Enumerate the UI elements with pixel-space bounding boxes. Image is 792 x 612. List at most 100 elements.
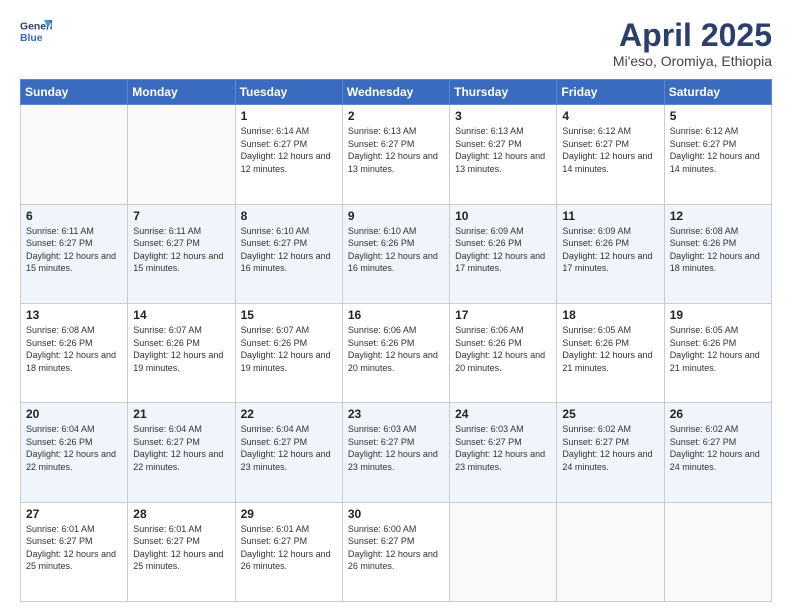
calendar-cell: [557, 502, 664, 601]
calendar-cell: 25Sunrise: 6:02 AM Sunset: 6:27 PM Dayli…: [557, 403, 664, 502]
day-number: 3: [455, 109, 551, 123]
day-number: 26: [670, 407, 766, 421]
day-number: 2: [348, 109, 444, 123]
calendar-table: SundayMondayTuesdayWednesdayThursdayFrid…: [20, 79, 772, 602]
day-number: 18: [562, 308, 658, 322]
day-info: Sunrise: 6:10 AM Sunset: 6:27 PM Dayligh…: [241, 225, 337, 275]
day-number: 21: [133, 407, 229, 421]
day-info: Sunrise: 6:07 AM Sunset: 6:26 PM Dayligh…: [241, 324, 337, 374]
day-info: Sunrise: 6:08 AM Sunset: 6:26 PM Dayligh…: [670, 225, 766, 275]
day-number: 25: [562, 407, 658, 421]
calendar-week-row: 13 Sunrise: 6:08 AM Sunset: 6:26 PM Dayli…: [21, 303, 772, 402]
day-number: 23: [348, 407, 444, 421]
calendar-week-row: 1 Sunrise: 6:14 AM Sunset: 6:27 PM Daylig…: [21, 105, 772, 204]
day-info: Sunrise: 6:12 AM Sunset: 6:27 PM Dayligh…: [562, 125, 658, 175]
calendar-cell: 10Sunrise: 6:09 AM Sunset: 6:26 PM Dayli…: [450, 204, 557, 303]
calendar-cell: 3 Sunrise: 6:13 AM Sunset: 6:27 PM Daylig…: [450, 105, 557, 204]
calendar-cell: [450, 502, 557, 601]
day-number: 24: [455, 407, 551, 421]
day-number: 27: [26, 507, 122, 521]
day-info: Sunrise: 6:00 AM Sunset: 6:27 PM Dayligh…: [348, 523, 444, 573]
day-number: 9: [348, 209, 444, 223]
day-number: 5: [670, 109, 766, 123]
day-info: Sunrise: 6:06 AM Sunset: 6:26 PM Dayligh…: [455, 324, 551, 374]
day-number: 4: [562, 109, 658, 123]
day-number: 19: [670, 308, 766, 322]
day-info: Sunrise: 6:01 AM Sunset: 6:27 PM Dayligh…: [241, 523, 337, 573]
calendar-week-row: 27 Sunrise: 6:01 AM Sunset: 6:27 PM Dayli…: [21, 502, 772, 601]
day-info: Sunrise: 6:04 AM Sunset: 6:27 PM Dayligh…: [133, 423, 229, 473]
day-info: Sunrise: 6:04 AM Sunset: 6:26 PM Dayligh…: [26, 423, 122, 473]
day-number: 22: [241, 407, 337, 421]
calendar-cell: 21 Sunrise: 6:04 AM Sunset: 6:27 PM Dayli…: [128, 403, 235, 502]
page: General Blue April 2025 Mi'eso, Oromiya,…: [0, 0, 792, 612]
day-number: 28: [133, 507, 229, 521]
day-info: Sunrise: 6:01 AM Sunset: 6:27 PM Dayligh…: [133, 523, 229, 573]
calendar-cell: 7 Sunrise: 6:11 AM Sunset: 6:27 PM Daylig…: [128, 204, 235, 303]
calendar-cell: 20 Sunrise: 6:04 AM Sunset: 6:26 PM Dayli…: [21, 403, 128, 502]
calendar-cell: 17 Sunrise: 6:06 AM Sunset: 6:26 PM Dayli…: [450, 303, 557, 402]
day-info: Sunrise: 6:08 AM Sunset: 6:26 PM Dayligh…: [26, 324, 122, 374]
col-header-monday: Monday: [128, 80, 235, 105]
day-info: Sunrise: 6:07 AM Sunset: 6:26 PM Dayligh…: [133, 324, 229, 374]
day-info: Sunrise: 6:11 AM Sunset: 6:27 PM Dayligh…: [26, 225, 122, 275]
day-number: 20: [26, 407, 122, 421]
calendar-cell: 9 Sunrise: 6:10 AM Sunset: 6:26 PM Daylig…: [342, 204, 449, 303]
calendar-cell: 5 Sunrise: 6:12 AM Sunset: 6:27 PM Daylig…: [664, 105, 771, 204]
calendar-week-row: 20 Sunrise: 6:04 AM Sunset: 6:26 PM Dayli…: [21, 403, 772, 502]
day-info: Sunrise: 6:06 AM Sunset: 6:26 PM Dayligh…: [348, 324, 444, 374]
day-info: Sunrise: 6:10 AM Sunset: 6:26 PM Dayligh…: [348, 225, 444, 275]
month-title: April 2025: [613, 18, 772, 53]
col-header-thursday: Thursday: [450, 80, 557, 105]
day-number: 30: [348, 507, 444, 521]
calendar-cell: 27Sunrise: 6:01 AM Sunset: 6:27 PM Dayli…: [21, 502, 128, 601]
calendar-cell: 24 Sunrise: 6:03 AM Sunset: 6:27 PM Dayli…: [450, 403, 557, 502]
calendar-header-row: SundayMondayTuesdayWednesdayThursdayFrid…: [21, 80, 772, 105]
day-info: Sunrise: 6:04 AM Sunset: 6:27 PM Dayligh…: [241, 423, 337, 473]
col-header-friday: Friday: [557, 80, 664, 105]
col-header-sunday: Sunday: [21, 80, 128, 105]
day-info: Sunrise: 6:14 AM Sunset: 6:27 PM Dayligh…: [241, 125, 337, 175]
day-info: Sunrise: 6:05 AM Sunset: 6:26 PM Dayligh…: [670, 324, 766, 374]
day-number: 13: [26, 308, 122, 322]
calendar-cell: [21, 105, 128, 204]
calendar-cell: 26Sunrise: 6:02 AM Sunset: 6:27 PM Dayli…: [664, 403, 771, 502]
logo-icon: General Blue: [20, 18, 52, 46]
day-number: 1: [241, 109, 337, 123]
day-number: 16: [348, 308, 444, 322]
header: General Blue April 2025 Mi'eso, Oromiya,…: [20, 18, 772, 69]
day-number: 29: [241, 507, 337, 521]
day-number: 12: [670, 209, 766, 223]
day-number: 10: [455, 209, 551, 223]
day-number: 6: [26, 209, 122, 223]
day-info: Sunrise: 6:12 AM Sunset: 6:27 PM Dayligh…: [670, 125, 766, 175]
day-info: Sunrise: 6:03 AM Sunset: 6:27 PM Dayligh…: [455, 423, 551, 473]
calendar-cell: 15Sunrise: 6:07 AM Sunset: 6:26 PM Dayli…: [235, 303, 342, 402]
day-number: 17: [455, 308, 551, 322]
calendar-cell: [128, 105, 235, 204]
calendar-cell: 1 Sunrise: 6:14 AM Sunset: 6:27 PM Daylig…: [235, 105, 342, 204]
calendar-cell: 28 Sunrise: 6:01 AM Sunset: 6:27 PM Dayli…: [128, 502, 235, 601]
calendar-cell: 30 Sunrise: 6:00 AM Sunset: 6:27 PM Dayli…: [342, 502, 449, 601]
calendar-cell: 14 Sunrise: 6:07 AM Sunset: 6:26 PM Dayli…: [128, 303, 235, 402]
day-number: 11: [562, 209, 658, 223]
day-number: 14: [133, 308, 229, 322]
calendar-cell: 18 Sunrise: 6:05 AM Sunset: 6:26 PM Dayli…: [557, 303, 664, 402]
col-header-wednesday: Wednesday: [342, 80, 449, 105]
logo: General Blue: [20, 18, 52, 46]
day-info: Sunrise: 6:13 AM Sunset: 6:27 PM Dayligh…: [455, 125, 551, 175]
calendar-cell: 11 Sunrise: 6:09 AM Sunset: 6:26 PM Dayli…: [557, 204, 664, 303]
day-info: Sunrise: 6:09 AM Sunset: 6:26 PM Dayligh…: [562, 225, 658, 275]
title-block: April 2025 Mi'eso, Oromiya, Ethiopia: [613, 18, 772, 69]
day-info: Sunrise: 6:13 AM Sunset: 6:27 PM Dayligh…: [348, 125, 444, 175]
day-number: 8: [241, 209, 337, 223]
calendar-cell: 13 Sunrise: 6:08 AM Sunset: 6:26 PM Dayli…: [21, 303, 128, 402]
col-header-tuesday: Tuesday: [235, 80, 342, 105]
day-info: Sunrise: 6:11 AM Sunset: 6:27 PM Dayligh…: [133, 225, 229, 275]
calendar-cell: 6 Sunrise: 6:11 AM Sunset: 6:27 PM Daylig…: [21, 204, 128, 303]
day-number: 7: [133, 209, 229, 223]
calendar-cell: 22 Sunrise: 6:04 AM Sunset: 6:27 PM Dayli…: [235, 403, 342, 502]
location-subtitle: Mi'eso, Oromiya, Ethiopia: [613, 53, 772, 69]
col-header-saturday: Saturday: [664, 80, 771, 105]
day-info: Sunrise: 6:05 AM Sunset: 6:26 PM Dayligh…: [562, 324, 658, 374]
